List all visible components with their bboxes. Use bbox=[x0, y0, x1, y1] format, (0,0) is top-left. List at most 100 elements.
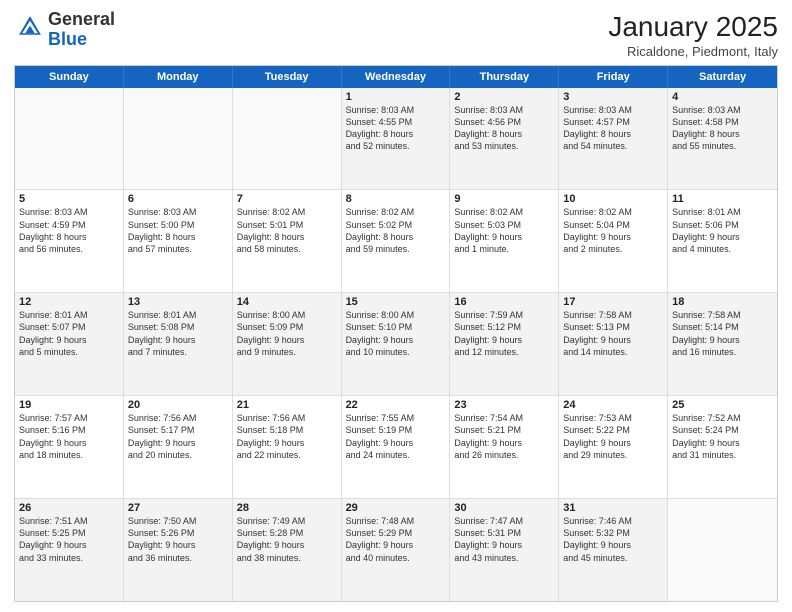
day-cell-7: 7Sunrise: 8:02 AM Sunset: 5:01 PM Daylig… bbox=[233, 190, 342, 292]
day-number: 1 bbox=[346, 91, 446, 103]
empty-cell-4-6 bbox=[668, 499, 777, 601]
day-number: 17 bbox=[563, 296, 663, 308]
calendar-header: SundayMondayTuesdayWednesdayThursdayFrid… bbox=[15, 66, 777, 88]
month-title: January 2025 bbox=[608, 10, 778, 44]
day-cell-25: 25Sunrise: 7:52 AM Sunset: 5:24 PM Dayli… bbox=[668, 396, 777, 498]
day-content: Sunrise: 7:47 AM Sunset: 5:31 PM Dayligh… bbox=[454, 515, 554, 564]
day-cell-18: 18Sunrise: 7:58 AM Sunset: 5:14 PM Dayli… bbox=[668, 293, 777, 395]
title-block: January 2025 Ricaldone, Piedmont, Italy bbox=[608, 10, 778, 59]
day-cell-12: 12Sunrise: 8:01 AM Sunset: 5:07 PM Dayli… bbox=[15, 293, 124, 395]
header-day-saturday: Saturday bbox=[668, 66, 777, 88]
day-content: Sunrise: 7:51 AM Sunset: 5:25 PM Dayligh… bbox=[19, 515, 119, 564]
header-day-sunday: Sunday bbox=[15, 66, 124, 88]
day-number: 29 bbox=[346, 502, 446, 514]
day-cell-10: 10Sunrise: 8:02 AM Sunset: 5:04 PM Dayli… bbox=[559, 190, 668, 292]
day-cell-19: 19Sunrise: 7:57 AM Sunset: 5:16 PM Dayli… bbox=[15, 396, 124, 498]
day-content: Sunrise: 8:01 AM Sunset: 5:06 PM Dayligh… bbox=[672, 206, 773, 255]
day-cell-2: 2Sunrise: 8:03 AM Sunset: 4:56 PM Daylig… bbox=[450, 88, 559, 190]
day-content: Sunrise: 8:02 AM Sunset: 5:02 PM Dayligh… bbox=[346, 206, 446, 255]
day-content: Sunrise: 7:58 AM Sunset: 5:13 PM Dayligh… bbox=[563, 309, 663, 358]
calendar-body: 1Sunrise: 8:03 AM Sunset: 4:55 PM Daylig… bbox=[15, 88, 777, 601]
day-number: 26 bbox=[19, 502, 119, 514]
day-cell-16: 16Sunrise: 7:59 AM Sunset: 5:12 PM Dayli… bbox=[450, 293, 559, 395]
day-content: Sunrise: 8:00 AM Sunset: 5:10 PM Dayligh… bbox=[346, 309, 446, 358]
empty-cell-0-0 bbox=[15, 88, 124, 190]
empty-cell-0-1 bbox=[124, 88, 233, 190]
day-number: 19 bbox=[19, 399, 119, 411]
day-content: Sunrise: 7:56 AM Sunset: 5:18 PM Dayligh… bbox=[237, 412, 337, 461]
day-number: 8 bbox=[346, 193, 446, 205]
day-cell-3: 3Sunrise: 8:03 AM Sunset: 4:57 PM Daylig… bbox=[559, 88, 668, 190]
day-cell-22: 22Sunrise: 7:55 AM Sunset: 5:19 PM Dayli… bbox=[342, 396, 451, 498]
day-cell-28: 28Sunrise: 7:49 AM Sunset: 5:28 PM Dayli… bbox=[233, 499, 342, 601]
day-cell-5: 5Sunrise: 8:03 AM Sunset: 4:59 PM Daylig… bbox=[15, 190, 124, 292]
day-cell-6: 6Sunrise: 8:03 AM Sunset: 5:00 PM Daylig… bbox=[124, 190, 233, 292]
day-number: 22 bbox=[346, 399, 446, 411]
calendar-row-1: 5Sunrise: 8:03 AM Sunset: 4:59 PM Daylig… bbox=[15, 190, 777, 293]
day-content: Sunrise: 8:02 AM Sunset: 5:03 PM Dayligh… bbox=[454, 206, 554, 255]
day-number: 9 bbox=[454, 193, 554, 205]
day-content: Sunrise: 8:01 AM Sunset: 5:08 PM Dayligh… bbox=[128, 309, 228, 358]
day-cell-9: 9Sunrise: 8:02 AM Sunset: 5:03 PM Daylig… bbox=[450, 190, 559, 292]
day-content: Sunrise: 7:49 AM Sunset: 5:28 PM Dayligh… bbox=[237, 515, 337, 564]
day-cell-29: 29Sunrise: 7:48 AM Sunset: 5:29 PM Dayli… bbox=[342, 499, 451, 601]
logo-icon bbox=[16, 13, 44, 41]
day-content: Sunrise: 7:59 AM Sunset: 5:12 PM Dayligh… bbox=[454, 309, 554, 358]
day-content: Sunrise: 8:03 AM Sunset: 5:00 PM Dayligh… bbox=[128, 206, 228, 255]
day-cell-23: 23Sunrise: 7:54 AM Sunset: 5:21 PM Dayli… bbox=[450, 396, 559, 498]
day-content: Sunrise: 7:48 AM Sunset: 5:29 PM Dayligh… bbox=[346, 515, 446, 564]
day-number: 20 bbox=[128, 399, 228, 411]
day-content: Sunrise: 7:53 AM Sunset: 5:22 PM Dayligh… bbox=[563, 412, 663, 461]
day-content: Sunrise: 8:03 AM Sunset: 4:59 PM Dayligh… bbox=[19, 206, 119, 255]
day-number: 12 bbox=[19, 296, 119, 308]
day-cell-17: 17Sunrise: 7:58 AM Sunset: 5:13 PM Dayli… bbox=[559, 293, 668, 395]
day-cell-8: 8Sunrise: 8:02 AM Sunset: 5:02 PM Daylig… bbox=[342, 190, 451, 292]
day-cell-1: 1Sunrise: 8:03 AM Sunset: 4:55 PM Daylig… bbox=[342, 88, 451, 190]
logo: General Blue bbox=[14, 10, 115, 50]
day-number: 18 bbox=[672, 296, 773, 308]
day-number: 25 bbox=[672, 399, 773, 411]
day-cell-20: 20Sunrise: 7:56 AM Sunset: 5:17 PM Dayli… bbox=[124, 396, 233, 498]
day-number: 10 bbox=[563, 193, 663, 205]
day-content: Sunrise: 7:57 AM Sunset: 5:16 PM Dayligh… bbox=[19, 412, 119, 461]
day-content: Sunrise: 7:46 AM Sunset: 5:32 PM Dayligh… bbox=[563, 515, 663, 564]
day-number: 2 bbox=[454, 91, 554, 103]
day-cell-4: 4Sunrise: 8:03 AM Sunset: 4:58 PM Daylig… bbox=[668, 88, 777, 190]
calendar-row-4: 26Sunrise: 7:51 AM Sunset: 5:25 PM Dayli… bbox=[15, 499, 777, 601]
header-day-wednesday: Wednesday bbox=[342, 66, 451, 88]
day-content: Sunrise: 8:03 AM Sunset: 4:58 PM Dayligh… bbox=[672, 104, 773, 153]
day-number: 30 bbox=[454, 502, 554, 514]
page: General Blue January 2025 Ricaldone, Pie… bbox=[0, 0, 792, 612]
logo-blue-text: Blue bbox=[48, 29, 87, 49]
day-content: Sunrise: 7:52 AM Sunset: 5:24 PM Dayligh… bbox=[672, 412, 773, 461]
day-content: Sunrise: 8:03 AM Sunset: 4:56 PM Dayligh… bbox=[454, 104, 554, 153]
day-number: 21 bbox=[237, 399, 337, 411]
header-day-monday: Monday bbox=[124, 66, 233, 88]
header-day-friday: Friday bbox=[559, 66, 668, 88]
empty-cell-0-2 bbox=[233, 88, 342, 190]
day-cell-21: 21Sunrise: 7:56 AM Sunset: 5:18 PM Dayli… bbox=[233, 396, 342, 498]
day-content: Sunrise: 8:00 AM Sunset: 5:09 PM Dayligh… bbox=[237, 309, 337, 358]
day-content: Sunrise: 8:02 AM Sunset: 5:04 PM Dayligh… bbox=[563, 206, 663, 255]
calendar-row-2: 12Sunrise: 8:01 AM Sunset: 5:07 PM Dayli… bbox=[15, 293, 777, 396]
day-content: Sunrise: 8:03 AM Sunset: 4:57 PM Dayligh… bbox=[563, 104, 663, 153]
header-day-tuesday: Tuesday bbox=[233, 66, 342, 88]
day-cell-14: 14Sunrise: 8:00 AM Sunset: 5:09 PM Dayli… bbox=[233, 293, 342, 395]
day-number: 23 bbox=[454, 399, 554, 411]
day-cell-24: 24Sunrise: 7:53 AM Sunset: 5:22 PM Dayli… bbox=[559, 396, 668, 498]
day-number: 4 bbox=[672, 91, 773, 103]
day-number: 31 bbox=[563, 502, 663, 514]
location-subtitle: Ricaldone, Piedmont, Italy bbox=[608, 44, 778, 59]
day-content: Sunrise: 7:58 AM Sunset: 5:14 PM Dayligh… bbox=[672, 309, 773, 358]
day-content: Sunrise: 7:55 AM Sunset: 5:19 PM Dayligh… bbox=[346, 412, 446, 461]
day-number: 24 bbox=[563, 399, 663, 411]
day-number: 16 bbox=[454, 296, 554, 308]
header-day-thursday: Thursday bbox=[450, 66, 559, 88]
day-cell-13: 13Sunrise: 8:01 AM Sunset: 5:08 PM Dayli… bbox=[124, 293, 233, 395]
day-number: 27 bbox=[128, 502, 228, 514]
day-cell-31: 31Sunrise: 7:46 AM Sunset: 5:32 PM Dayli… bbox=[559, 499, 668, 601]
day-cell-26: 26Sunrise: 7:51 AM Sunset: 5:25 PM Dayli… bbox=[15, 499, 124, 601]
day-number: 5 bbox=[19, 193, 119, 205]
day-content: Sunrise: 8:02 AM Sunset: 5:01 PM Dayligh… bbox=[237, 206, 337, 255]
calendar-row-0: 1Sunrise: 8:03 AM Sunset: 4:55 PM Daylig… bbox=[15, 88, 777, 191]
